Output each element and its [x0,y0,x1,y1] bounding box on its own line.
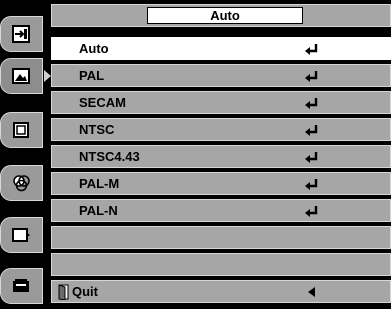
menu-empty-row [51,253,391,276]
color-icon [13,175,30,192]
quit-button[interactable]: Quit [51,280,391,303]
menu-empty-row [51,226,391,249]
screen-icon [13,122,29,138]
information-icon [13,279,29,292]
menu-item-label: PAL-N [79,203,118,218]
picture-adjust-icon [12,68,30,84]
tab-setting[interactable] [0,217,43,253]
tab-color[interactable] [0,165,43,201]
projector-osd-menu: Auto Auto PAL SECAM NTSC NTSC4.43 PAL-M … [0,0,391,309]
menu-item-auto[interactable]: Auto [51,37,391,60]
menu-item-ntsc443[interactable]: NTSC4.43 [51,145,391,168]
menu-item-pal[interactable]: PAL [51,64,391,87]
tab-information[interactable] [0,268,43,304]
enter-icon [305,98,318,109]
active-tab-pointer [44,70,51,82]
menu-item-pal-m[interactable]: PAL-M [51,172,391,195]
tab-input[interactable] [0,16,43,52]
menu-item-label: Auto [79,41,109,56]
exit-door-icon [58,284,69,300]
menu-panel: Auto Auto PAL SECAM NTSC NTSC4.43 PAL-M … [51,4,391,309]
enter-icon [305,71,318,82]
menu-item-label: NTSC [79,122,115,137]
setting-icon [12,228,30,242]
input-icon [12,25,30,43]
enter-icon [305,179,318,190]
menu-icon-sidebar [0,0,51,309]
current-system-title: Auto [147,7,303,24]
menu-item-label: NTSC4.43 [79,149,140,164]
menu-item-label: SECAM [79,95,126,110]
enter-icon [305,125,318,136]
enter-icon [305,44,318,55]
tab-screen[interactable] [0,112,43,148]
menu-item-ntsc[interactable]: NTSC [51,118,391,141]
menu-header-row: Auto [51,4,391,27]
menu-item-label: PAL [79,68,105,83]
enter-icon [305,152,318,163]
menu-item-secam[interactable]: SECAM [51,91,391,114]
quit-label: Quit [72,284,98,299]
menu-item-pal-n[interactable]: PAL-N [51,199,391,222]
menu-item-label: PAL-M [79,176,120,191]
enter-icon [305,206,318,217]
tab-picture-adjust[interactable] [0,58,43,94]
back-arrow-icon [308,287,315,297]
